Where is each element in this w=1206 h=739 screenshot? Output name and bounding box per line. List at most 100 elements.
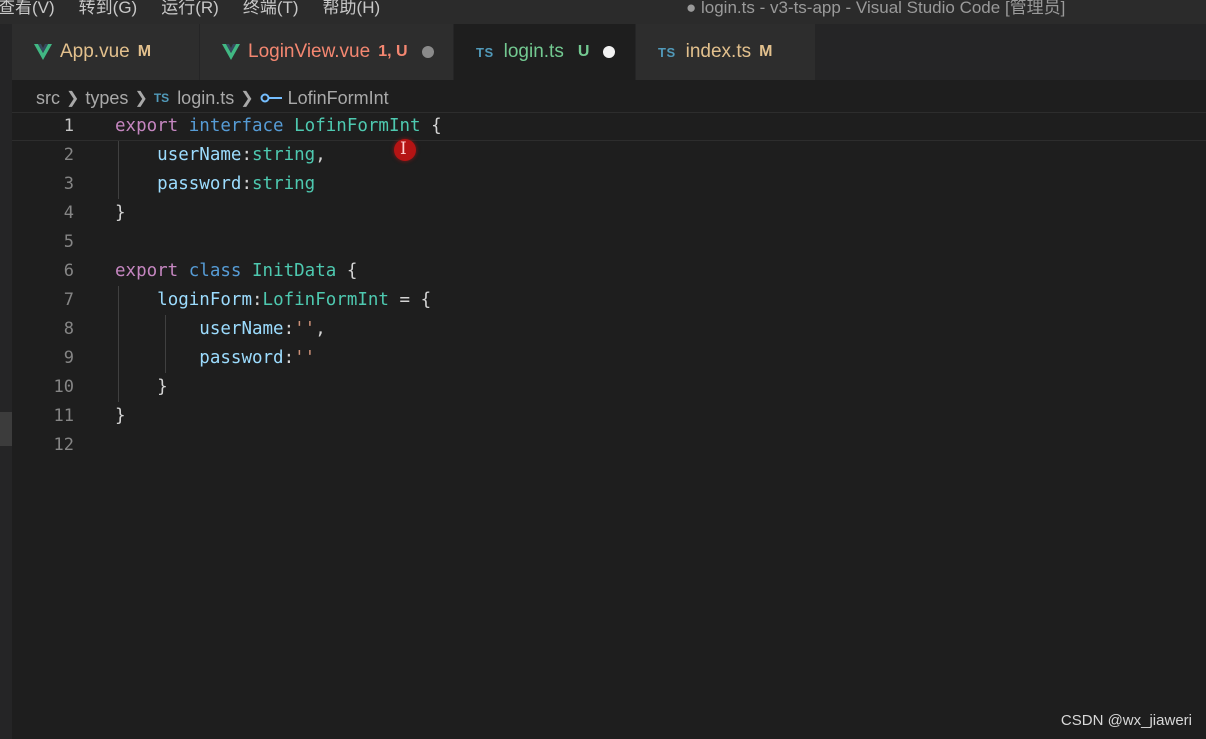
code-token: } — [115, 203, 126, 223]
line-number: 3 — [63, 174, 74, 194]
code-token: LofinFormInt — [262, 290, 389, 310]
ts-icon: TS — [153, 91, 170, 105]
menu-item-help[interactable]: 帮助(H) — [323, 0, 381, 18]
line-number: 1 — [63, 116, 74, 136]
tab-label: LoginView.vue — [248, 41, 371, 62]
tab-loginview-vue[interactable]: LoginView.vue 1, U — [200, 24, 454, 80]
breadcrumb: src ❯ types ❯ TS login.ts ❯ LofinFormInt — [36, 84, 389, 112]
tab-label: index.ts — [685, 41, 752, 62]
line-number: 9 — [63, 348, 74, 368]
menu-bar: 查看(V) 转到(G) 运行(R) 终端(T) 帮助(H) — [0, 0, 404, 18]
code-token: class — [188, 261, 242, 281]
code-token: '' — [294, 319, 316, 339]
code-line[interactable]: } — [115, 402, 126, 431]
code-token: LofinFormInt — [294, 116, 421, 136]
menu-item-terminal[interactable]: 终端(T) — [243, 0, 299, 18]
code-token: { — [336, 261, 358, 281]
editor-tab-bar: App.vue M LoginView.vue 1, U TS login.ts… — [12, 24, 1206, 80]
vue-icon — [34, 44, 52, 60]
code-line[interactable]: userName:'', — [115, 315, 326, 344]
line-number: 4 — [63, 203, 74, 223]
code-editor[interactable]: 1 2 3 4 5 6 7 8 9 10 11 12 export interface LofinFo… — [12, 112, 1206, 739]
menu-item-run[interactable]: 运行(R) — [161, 0, 219, 18]
line-number: 5 — [63, 232, 74, 252]
tab-label: App.vue — [60, 41, 130, 62]
code-line[interactable]: } — [115, 199, 126, 228]
interface-symbol-icon — [260, 93, 282, 103]
tab-label: login.ts — [503, 41, 564, 62]
code-line[interactable]: export class InitData { — [115, 257, 357, 286]
code-token: password — [199, 348, 284, 368]
code-token: userName — [199, 319, 284, 339]
title-bar: 查看(V) 转到(G) 运行(R) 终端(T) 帮助(H) ● login.ts… — [0, 0, 1206, 24]
indent-guide — [118, 286, 119, 402]
ts-icon: TS — [476, 44, 494, 60]
unsaved-dot-icon[interactable] — [421, 46, 434, 58]
code-line[interactable]: password:'' — [115, 344, 315, 373]
code-token: string — [252, 145, 316, 165]
git-status-badge: M — [759, 43, 773, 60]
code-token: = { — [388, 290, 432, 310]
breadcrumb-item-file[interactable]: login.ts — [177, 88, 234, 109]
tab-index-ts[interactable]: TS index.ts M — [636, 24, 816, 80]
tab-login-ts[interactable]: TS login.ts U — [454, 24, 636, 80]
code-token: export — [115, 261, 179, 281]
code-token: userName — [157, 145, 242, 165]
git-status-badge: U — [577, 43, 590, 60]
code-token: : — [283, 348, 295, 368]
breadcrumb-item-src[interactable]: src — [36, 88, 60, 109]
line-number: 12 — [53, 435, 74, 455]
chevron-right-icon: ❯ — [240, 90, 254, 107]
line-number: 10 — [53, 377, 74, 397]
tab-app-vue[interactable]: App.vue M — [12, 24, 200, 80]
vue-icon — [222, 44, 240, 60]
code-line[interactable]: password:string — [115, 170, 315, 199]
line-number: 6 — [63, 261, 74, 281]
problem-status-badge: 1, U — [378, 43, 408, 60]
code-token: InitData — [252, 261, 337, 281]
breadcrumb-item-symbol[interactable]: LofinFormInt — [288, 88, 389, 109]
code-line[interactable]: userName:string, — [115, 141, 326, 170]
code-token: { — [420, 116, 442, 136]
indent-guide — [165, 315, 166, 373]
code-token: loginForm — [157, 290, 252, 310]
chevron-right-icon: ❯ — [66, 90, 80, 107]
chevron-right-icon: ❯ — [134, 90, 148, 107]
watermark: CSDN @wx_jiaweri — [1060, 712, 1192, 729]
menu-item-view[interactable]: 查看(V) — [0, 0, 55, 18]
code-line[interactable]: } — [115, 373, 168, 402]
line-number: 2 — [63, 145, 74, 165]
breadcrumb-item-types[interactable]: types — [85, 88, 128, 109]
menu-item-goto[interactable]: 转到(G) — [79, 0, 138, 18]
code-token: password — [157, 174, 242, 194]
code-token: export — [115, 116, 179, 136]
indent-guide — [118, 141, 119, 199]
code-token: : — [241, 145, 252, 165]
ts-icon: TS — [658, 44, 676, 60]
code-token: string — [252, 174, 316, 194]
code-token: } — [115, 406, 126, 426]
line-number: 7 — [63, 290, 74, 310]
activity-bar-indicator — [0, 412, 12, 446]
line-number: 11 — [53, 406, 74, 426]
activity-bar-edge — [0, 24, 12, 739]
code-token: '' — [294, 348, 316, 368]
code-token: : — [241, 174, 252, 194]
code-line[interactable]: loginForm:LofinFormInt = { — [115, 286, 431, 315]
code-token: , — [315, 319, 326, 339]
code-token: : — [251, 290, 263, 310]
git-status-badge: M — [137, 43, 152, 60]
code-line[interactable]: export interface LofinFormInt { — [115, 112, 442, 141]
mouse-cursor-indicator — [394, 139, 416, 161]
code-token: , — [315, 145, 326, 165]
code-token: interface — [188, 116, 284, 136]
unsaved-dot-icon[interactable] — [603, 46, 616, 58]
